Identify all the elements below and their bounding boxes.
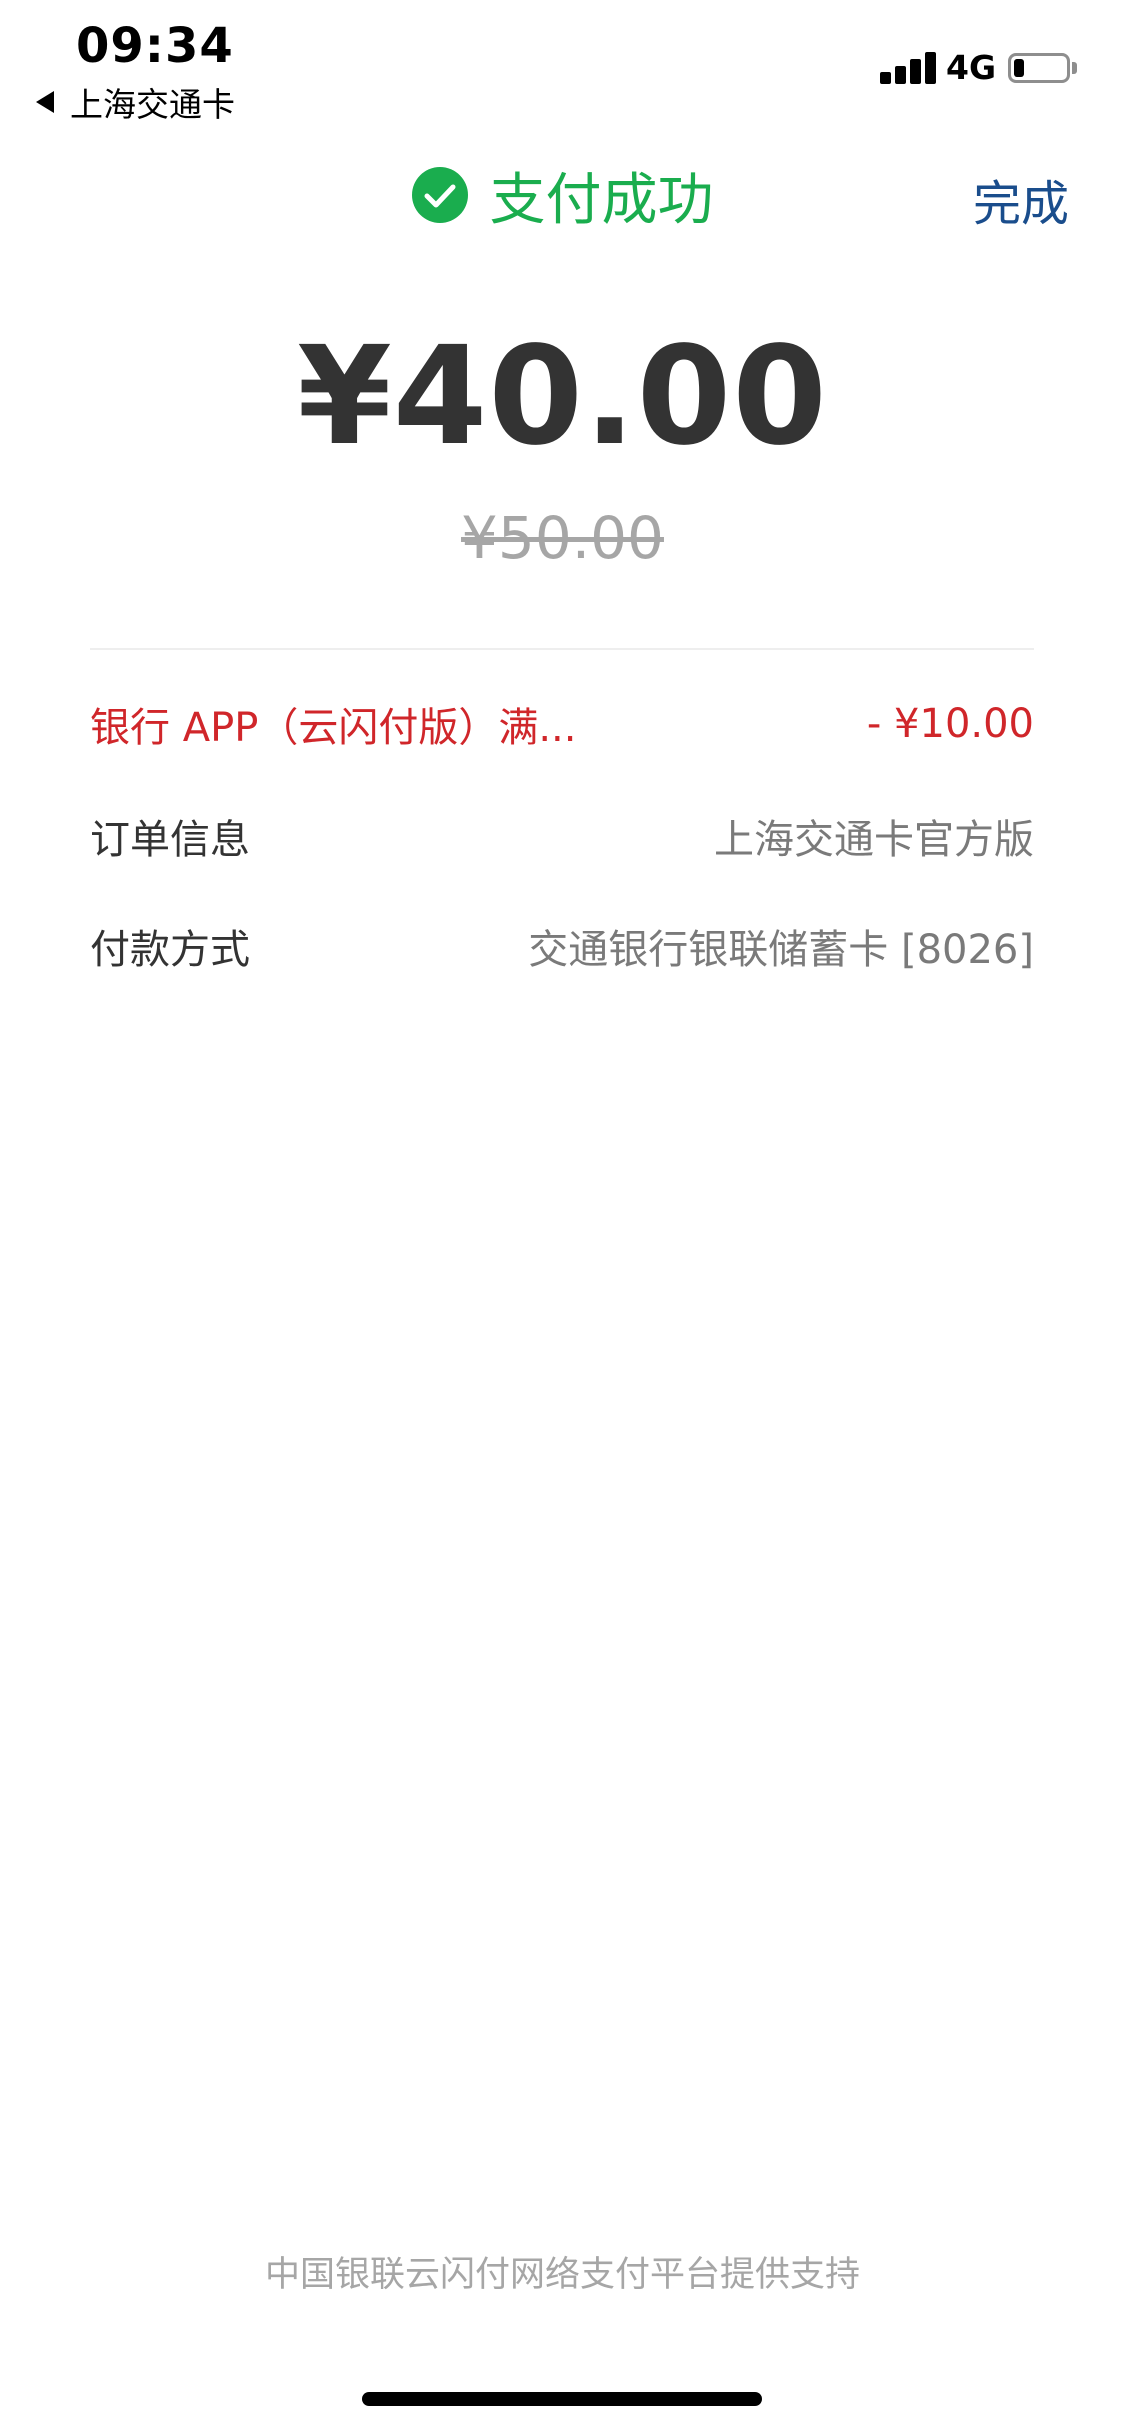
status-time: 09:34 [76,18,234,74]
cellular-signal-icon [880,52,936,84]
discount-value: - ¥10.00 [866,701,1034,747]
footer-text: 中国银联云闪付网络支付平台提供支持 [264,2255,860,2295]
order-info-row: 订单信息 上海交通卡官方版 [90,806,1034,866]
original-amount: ¥50.00 [461,504,664,572]
status-bar: 09:34 上海交通卡 4G [0,0,1125,130]
home-indicator[interactable] [362,2392,762,2406]
header: 支付成功 完成 [0,150,1125,240]
battery-fill [1014,59,1024,77]
success-title: 支付成功 [0,150,1125,240]
back-to-app-button[interactable]: 上海交通卡 [36,80,235,124]
divider [90,648,1034,650]
payment-method-row: 付款方式 交通银行银联储蓄卡 [8026] [90,916,1034,976]
battery-icon [1008,53,1070,83]
discount-row[interactable]: 银行 APP（云闪付版）满... - ¥10.00 [90,694,1034,754]
back-arrow-icon [36,91,54,113]
order-info-label: 订单信息 [90,817,250,863]
order-info-value: 上海交通卡官方版 [714,817,1034,863]
payment-method-label: 付款方式 [90,927,250,973]
paid-amount: ¥40.00 [297,318,828,476]
payment-method-value: 交通银行银联储蓄卡 [8026] [528,927,1034,973]
discount-label: 银行 APP（云闪付版）满... [90,705,577,751]
success-check-icon [411,167,468,223]
success-text: 支付成功 [489,167,714,233]
done-button[interactable]: 完成 [973,164,1069,234]
back-app-label: 上海交通卡 [70,85,235,124]
battery-cap [1072,62,1077,74]
network-type: 4G [946,48,997,87]
